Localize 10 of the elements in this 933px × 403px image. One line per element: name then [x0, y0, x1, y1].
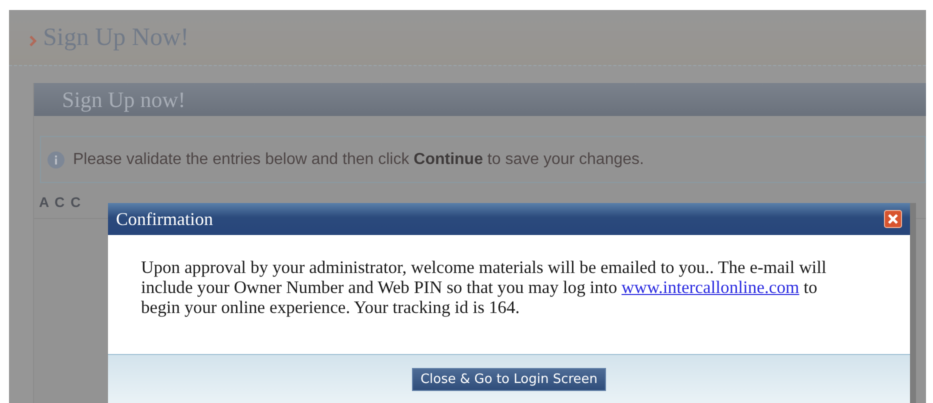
close-icon[interactable] — [884, 210, 902, 228]
section-heading: A C C — [39, 194, 82, 210]
dialog-title: Confirmation — [116, 208, 213, 230]
info-icon — [47, 150, 65, 168]
confirmation-message: Upon approval by your administrator, welcome materials will be emailed to you.. The e-mail will include your Owner Number and Web PIN so that you may log into www.intercallonline.com to begin your online experience. Your tracking id is 164. — [141, 257, 828, 317]
info-message: Please validate the entries below and then click Continue to save your changes. — [73, 150, 644, 168]
panel-header: Sign Up now! — [34, 83, 926, 116]
website-link[interactable]: www.intercallonline.com — [622, 277, 800, 297]
chevron-icon — [29, 34, 37, 46]
close-login-button[interactable]: Close & Go to Login Screen — [412, 368, 606, 391]
